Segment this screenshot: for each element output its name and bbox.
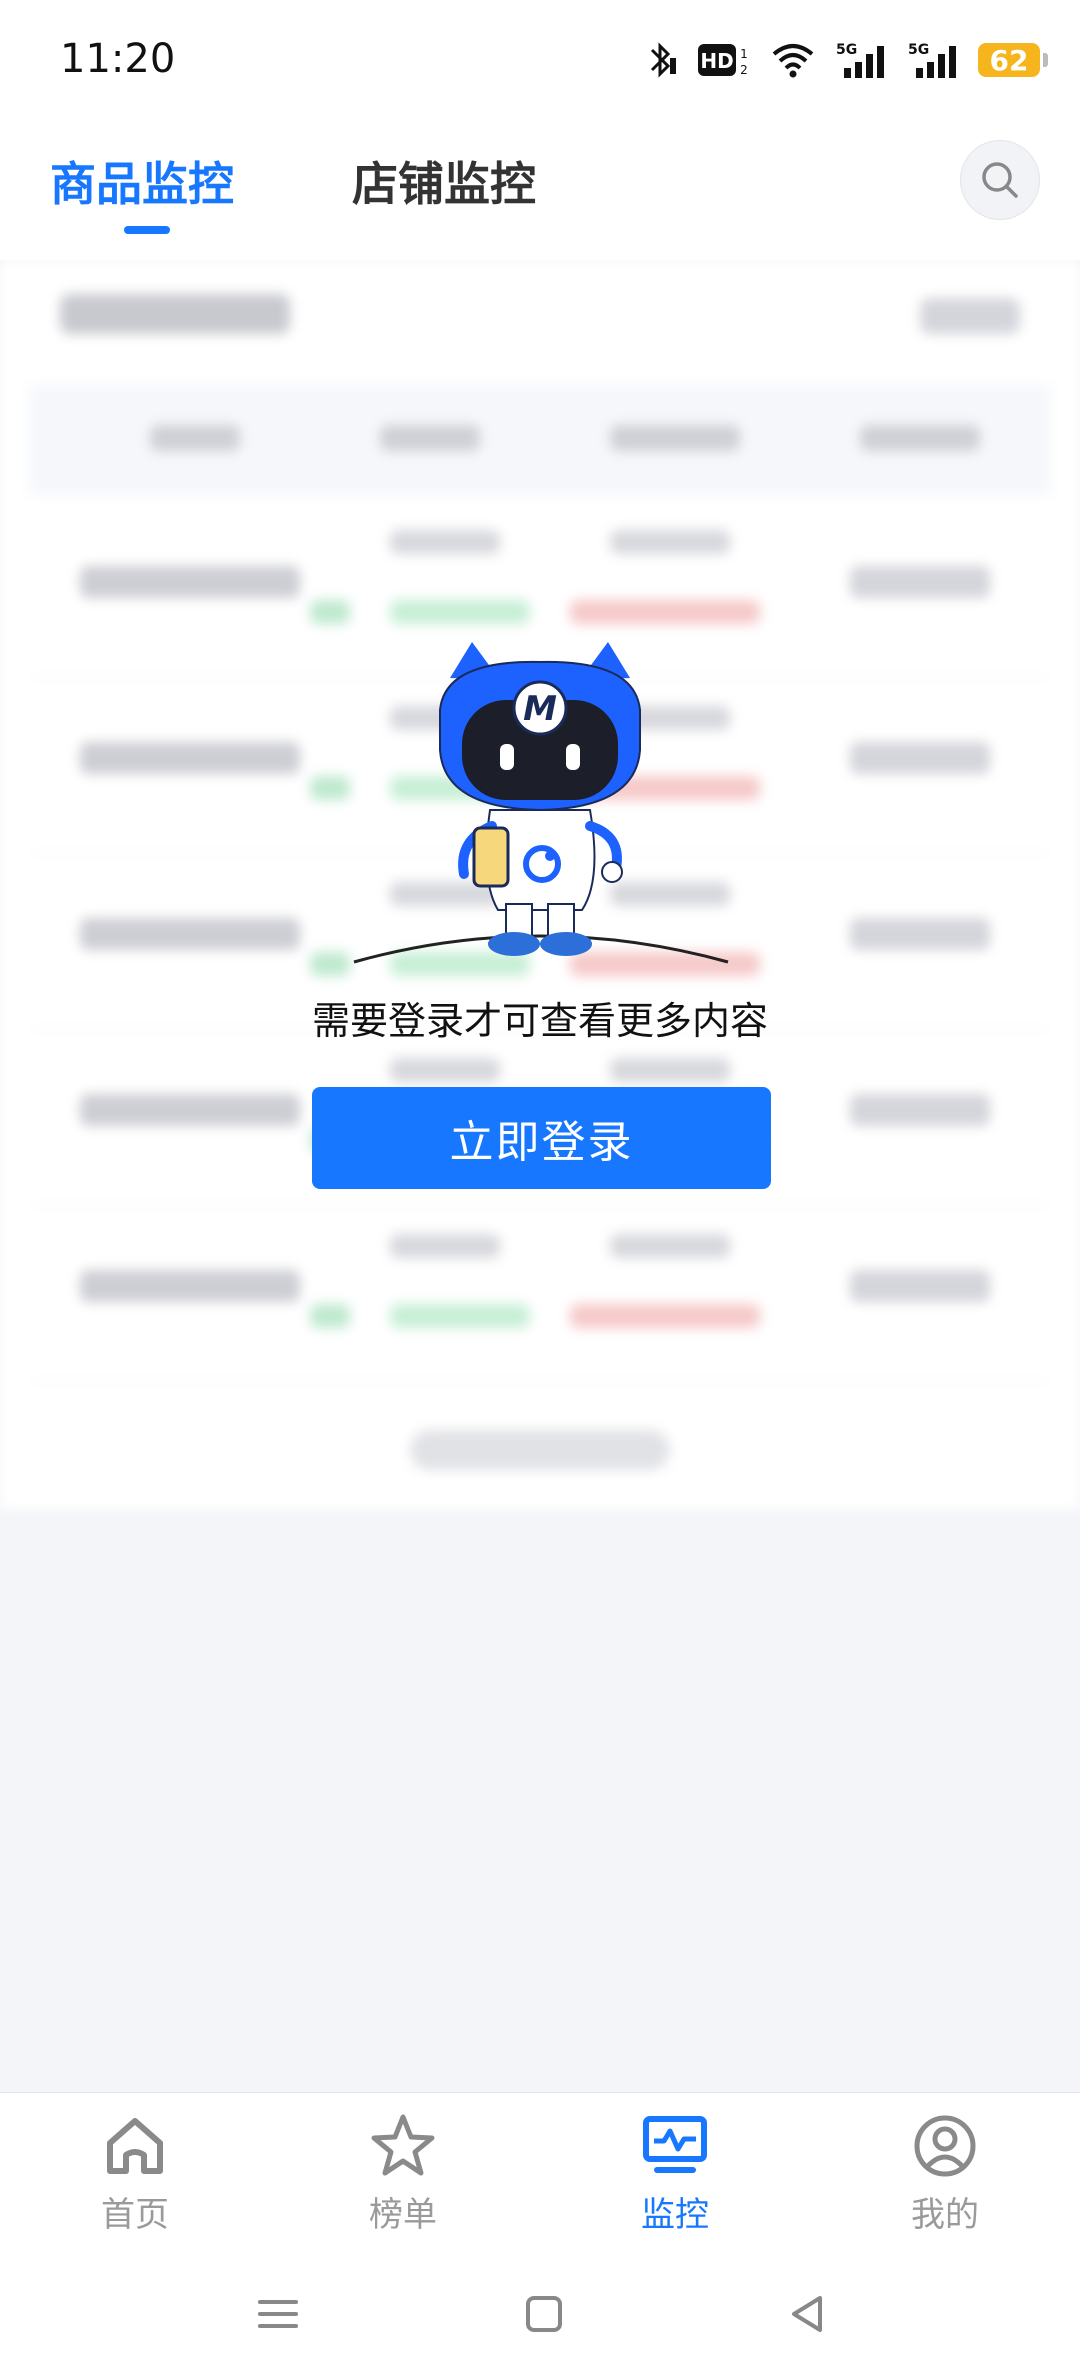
tab-product-monitor[interactable]: 商品监控 [50,148,234,214]
hd-icon: HD 1 2 [698,44,748,77]
cell-placeholder [390,1304,530,1328]
cell-placeholder [610,1234,730,1258]
cell-placeholder [390,1058,500,1082]
bottom-nav: 首页 榜单 监控 我的 [0,2092,1080,2253]
nav-label-mine: 我的 [911,2195,979,2235]
cell-placeholder [850,566,990,598]
header-cell-placeholder [860,425,980,451]
cell-placeholder [850,742,990,774]
status-time: 11:20 [60,36,176,82]
cell-placeholder [610,1058,730,1082]
cell-placeholder [610,530,730,554]
user-icon [914,2115,976,2177]
signal-5g-icon: 5G [836,42,884,78]
nav-item-home[interactable]: 首页 [55,2111,215,2236]
status-icons: HD 1 2 5G 5G 62 [644,32,1048,88]
svg-text:2: 2 [740,63,748,77]
load-more-placeholder [410,1430,670,1470]
filter-placeholder [60,294,290,334]
header-cell-placeholder [380,425,480,451]
cell-placeholder [390,1234,500,1258]
wifi-icon [772,44,814,78]
svg-text:1: 1 [740,47,748,61]
cell-placeholder [390,600,530,624]
mascot-badge-letter: M [523,689,557,729]
filter-row [0,260,1080,380]
cell-placeholder [80,1270,300,1302]
mascot-illustration: M [353,642,729,964]
bluetooth-icon [650,42,676,78]
cell-placeholder [850,918,990,950]
cell-placeholder [390,530,500,554]
home-square-icon[interactable] [522,2292,566,2336]
network-label: 5G [908,42,929,58]
cell-placeholder [570,1304,760,1328]
monitor-icon [643,2116,707,2173]
table-header [30,385,1050,495]
system-nav-bar [0,2252,1080,2376]
nav-item-monitor[interactable]: 监控 [595,2111,755,2236]
nav-label-ranking: 榜单 [369,2195,437,2235]
back-icon[interactable] [786,2292,830,2336]
cell-placeholder [80,742,300,774]
cell-placeholder [80,566,300,598]
cell-placeholder [850,1270,990,1302]
search-icon [982,162,1018,198]
tab-shop-monitor[interactable]: 店铺监控 [352,148,536,214]
login-required-message: 需要登录才可查看更多内容 [311,999,768,1043]
nav-label-home: 首页 [101,2195,169,2235]
cell-placeholder [570,600,760,624]
login-now-button[interactable]: 立即登录 [312,1087,771,1189]
home-icon [107,2118,163,2174]
nav-item-mine[interactable]: 我的 [865,2111,1025,2236]
menu-icon[interactable] [256,2292,300,2336]
network-label: 5G [836,42,857,58]
cell-placeholder [80,918,300,950]
star-icon [371,2114,435,2176]
battery-icon: 62 [978,43,1048,77]
search-button[interactable] [960,140,1040,220]
header-cell-placeholder [150,425,240,451]
status-bar: 11:20 HD 1 2 5G 5G 62 [0,0,1080,120]
cell-placeholder [310,1304,350,1328]
cell-placeholder [80,1094,300,1126]
active-tab-indicator [124,226,170,234]
hd-label: HD [700,49,733,73]
top-tab-bar: 商品监控 店铺监控 [0,120,1080,260]
nav-label-monitor: 监控 [641,2195,709,2235]
filter-placeholder [920,298,1020,334]
cell-placeholder [850,1094,990,1126]
cell-placeholder [310,600,350,624]
table-row [30,1204,1050,1381]
signal-5g-icon: 5G [908,42,956,78]
header-cell-placeholder [610,425,740,451]
nav-item-ranking[interactable]: 榜单 [323,2111,483,2236]
